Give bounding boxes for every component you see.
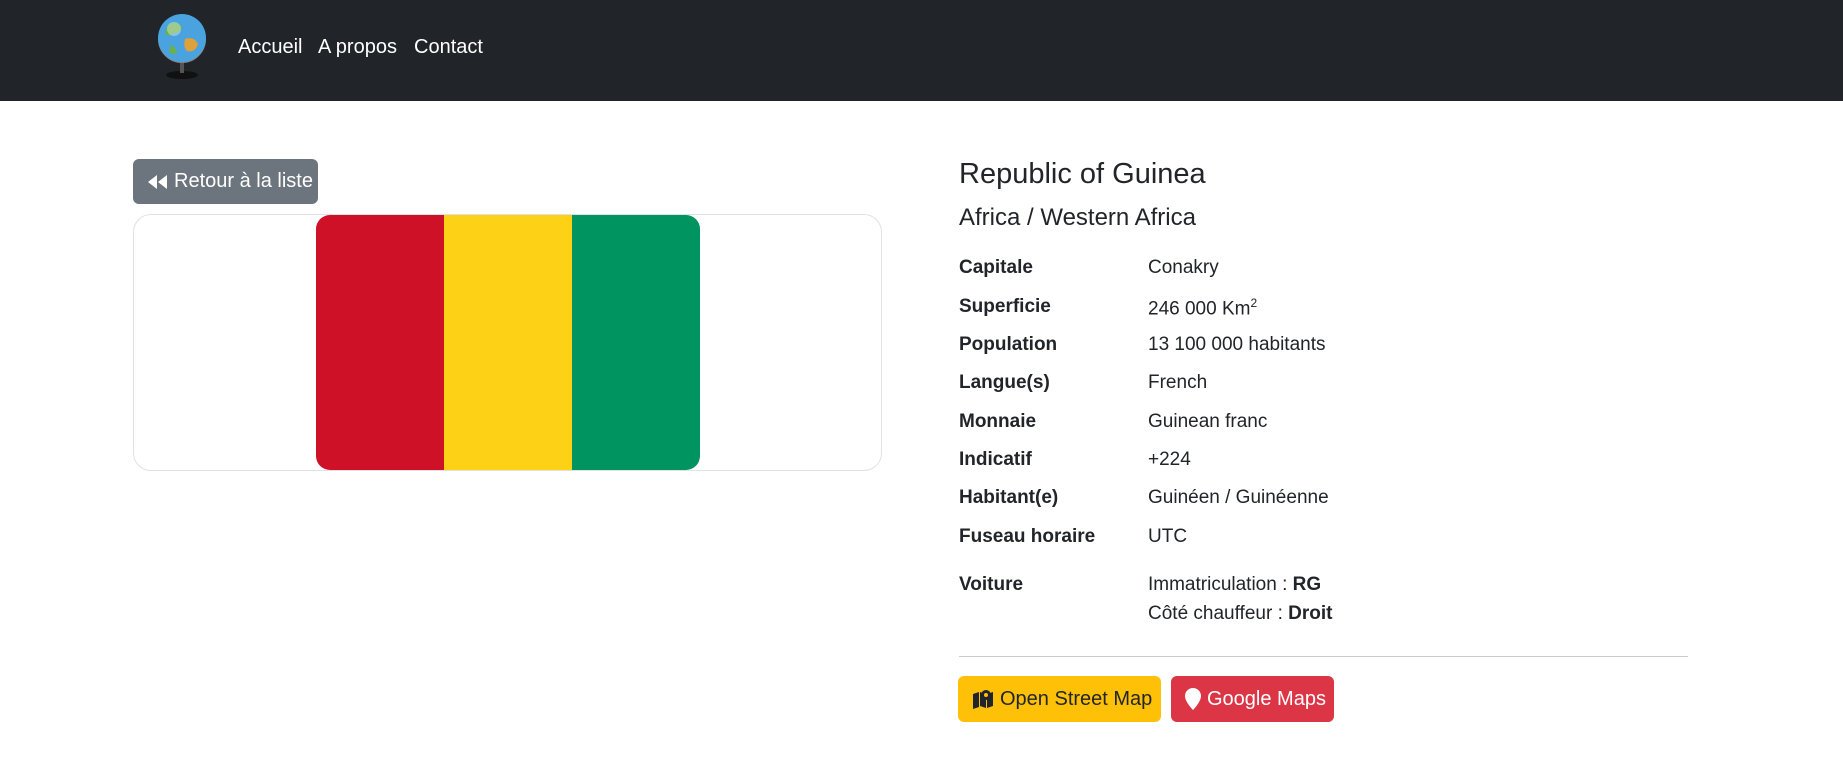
google-maps-button[interactable]: Google Maps bbox=[1171, 676, 1334, 722]
indicatif-label: Indicatif bbox=[959, 449, 1032, 470]
cote-chauffeur-label: Côté chauffeur : bbox=[1148, 603, 1289, 624]
backward-icon bbox=[148, 174, 167, 189]
open-street-map-label: Open Street Map bbox=[1000, 687, 1153, 710]
superficie-value: 246 000 Km2 bbox=[1148, 296, 1257, 320]
google-maps-label: Google Maps bbox=[1207, 687, 1326, 710]
flag-stripe-green bbox=[572, 215, 700, 470]
nav-link-accueil[interactable]: Accueil bbox=[238, 36, 302, 59]
population-label: Population bbox=[959, 334, 1058, 355]
langues-value: French bbox=[1148, 372, 1208, 393]
flag-stripe-red bbox=[316, 215, 444, 470]
flag-stripe-yellow bbox=[444, 215, 572, 470]
voiture-label: Voiture bbox=[959, 574, 1024, 595]
map-icon bbox=[973, 690, 993, 709]
immatriculation-value: Immatriculation : RG bbox=[1148, 574, 1321, 596]
habitant-label: Habitant(e) bbox=[959, 487, 1059, 508]
superficie-exponent: 2 bbox=[1250, 296, 1258, 310]
cote-chauffeur-side: Droit bbox=[1288, 603, 1333, 624]
habitant-value: Guinéen / Guinéenne bbox=[1148, 487, 1329, 508]
open-street-map-button[interactable]: Open Street Map bbox=[958, 676, 1161, 722]
immatriculation-code: RG bbox=[1292, 574, 1322, 595]
monnaie-value: Guinean franc bbox=[1148, 411, 1268, 432]
nav-link-a-propos[interactable]: A propos bbox=[318, 36, 397, 59]
monnaie-label: Monnaie bbox=[959, 411, 1037, 432]
country-flag bbox=[316, 215, 700, 470]
superficie-number: 246 000 Km bbox=[1148, 298, 1251, 320]
cote-chauffeur-value: Côté chauffeur : Droit bbox=[1148, 603, 1332, 625]
globe-icon[interactable] bbox=[151, 9, 213, 81]
fuseau-label: Fuseau horaire bbox=[959, 526, 1096, 547]
indicatif-value: +224 bbox=[1148, 449, 1191, 470]
divider bbox=[959, 656, 1688, 657]
map-marker-icon bbox=[1185, 688, 1201, 710]
capitale-label: Capitale bbox=[959, 257, 1033, 278]
navbar: Accueil A propos Contact bbox=[0, 0, 1843, 101]
capitale-value: Conakry bbox=[1148, 257, 1219, 278]
nav-link-contact[interactable]: Contact bbox=[414, 36, 483, 59]
immatriculation-label: Immatriculation : bbox=[1148, 574, 1293, 595]
flag-card bbox=[133, 214, 882, 471]
back-to-list-button[interactable]: Retour à la liste bbox=[133, 159, 318, 204]
superficie-label: Superficie bbox=[959, 296, 1051, 317]
population-value: 13 100 000 habitants bbox=[1148, 334, 1326, 355]
back-button-label: Retour à la liste bbox=[174, 170, 313, 192]
country-name: Republic of Guinea bbox=[959, 158, 1206, 190]
country-region: Africa / Western Africa bbox=[959, 204, 1196, 231]
fuseau-value: UTC bbox=[1148, 526, 1188, 547]
langues-label: Langue(s) bbox=[959, 372, 1050, 393]
